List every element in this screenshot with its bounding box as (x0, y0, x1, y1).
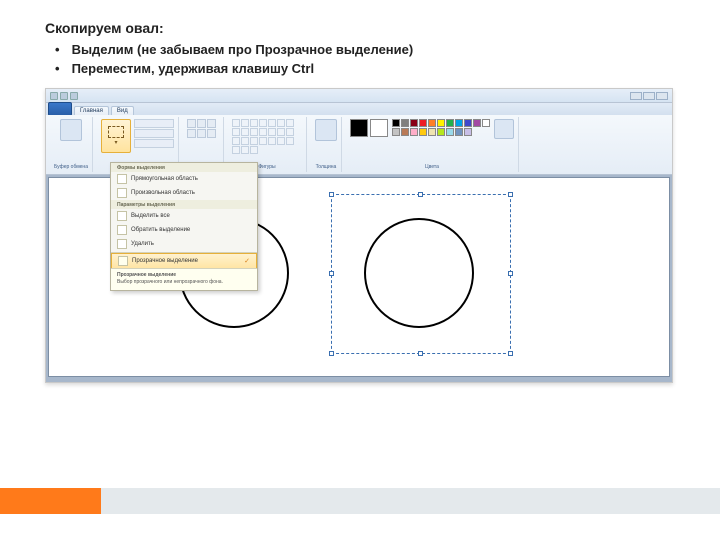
free-select-icon (117, 188, 127, 198)
paint-screenshot: Главная Вид Буфер обмена ▾ Изображение (45, 88, 673, 383)
edit-colors-button[interactable] (494, 119, 514, 139)
stroke-size-button[interactable] (315, 119, 337, 141)
select-all-icon (117, 211, 127, 221)
select-dropdown-button[interactable]: ▾ (101, 119, 131, 153)
palette-swatch[interactable] (401, 128, 409, 136)
palette-swatch[interactable] (437, 128, 445, 136)
ribbon-group-clipboard: Буфер обмена (50, 117, 93, 172)
tab-view[interactable]: Вид (111, 106, 134, 115)
menu-item-rect-select[interactable]: Прямоугольная область (111, 172, 257, 186)
menu-item-label: Прямоугольная область (131, 176, 198, 182)
shapes-gallery[interactable] (232, 119, 302, 154)
menu-section-header: Параметры выделения (111, 200, 257, 209)
paste-button[interactable] (60, 119, 82, 141)
tools-grid[interactable] (187, 119, 219, 138)
transparent-icon (118, 256, 128, 266)
window-controls[interactable] (630, 92, 668, 100)
palette-swatch[interactable] (455, 128, 463, 136)
menu-section-header: Формы выделения (111, 163, 257, 172)
ribbon-group-size: Толщина (311, 117, 342, 172)
tooltip: Прозрачное выделение Выбор прозрачного и… (111, 268, 257, 290)
crop-button[interactable] (134, 119, 174, 128)
rect-select-icon (117, 174, 127, 184)
menu-item-delete[interactable]: Удалить (111, 237, 257, 251)
menu-item-invert[interactable]: Обратить выделение (111, 223, 257, 237)
resize-handle[interactable] (508, 271, 513, 276)
select-icon (108, 126, 124, 138)
color1-swatch[interactable] (350, 119, 368, 137)
resize-button[interactable] (134, 129, 174, 138)
group-label: Цвета (350, 164, 514, 170)
slide-title: Скопируем овал: (45, 20, 675, 36)
ribbon: Буфер обмена ▾ Изображение Инструменты (46, 115, 672, 175)
palette-swatch[interactable] (428, 119, 436, 127)
color-palette[interactable] (392, 119, 490, 136)
ribbon-tabs: Главная Вид (46, 103, 672, 115)
palette-swatch[interactable] (401, 119, 409, 127)
bullet-list: Выделим (не забываем про Прозрачное выде… (45, 42, 675, 76)
paint-titlebar (46, 89, 672, 103)
resize-handle[interactable] (418, 351, 423, 356)
invert-icon (117, 225, 127, 235)
palette-swatch[interactable] (473, 119, 481, 127)
palette-swatch[interactable] (482, 119, 490, 127)
menu-item-label: Обратить выделение (131, 227, 190, 233)
file-menu-button[interactable] (48, 102, 72, 116)
palette-swatch[interactable] (464, 119, 472, 127)
rotate-button[interactable] (134, 139, 174, 148)
resize-handle[interactable] (329, 192, 334, 197)
palette-swatch[interactable] (392, 119, 400, 127)
chevron-down-icon: ▾ (114, 139, 117, 146)
tooltip-title: Прозрачное выделение (117, 272, 251, 278)
palette-swatch[interactable] (437, 119, 445, 127)
bullet-item: Переместим, удерживая клавишу Ctrl (55, 61, 675, 76)
resize-handle[interactable] (329, 271, 334, 276)
palette-swatch[interactable] (446, 119, 454, 127)
menu-item-select-all[interactable]: Выделить все (111, 209, 257, 223)
menu-item-free-select[interactable]: Произвольная область (111, 186, 257, 200)
resize-handle[interactable] (329, 351, 334, 356)
tooltip-text: Выбор прозрачного или непрозрачного фона… (117, 279, 251, 285)
selection-marquee[interactable] (331, 194, 511, 354)
bullet-item: Выделим (не забываем про Прозрачное выде… (55, 42, 675, 57)
palette-swatch[interactable] (410, 128, 418, 136)
palette-swatch[interactable] (464, 128, 472, 136)
color2-swatch[interactable] (370, 119, 388, 137)
delete-icon (117, 239, 127, 249)
palette-swatch[interactable] (419, 119, 427, 127)
menu-item-label: Выделить все (131, 213, 170, 219)
palette-swatch[interactable] (419, 128, 427, 136)
resize-handle[interactable] (418, 192, 423, 197)
color-boxes[interactable] (350, 119, 388, 137)
resize-handle[interactable] (508, 192, 513, 197)
select-dropdown-menu: Формы выделения Прямоугольная область Пр… (110, 162, 258, 291)
palette-swatch[interactable] (410, 119, 418, 127)
menu-item-label: Удалить (131, 241, 154, 247)
quick-access-toolbar[interactable] (50, 92, 78, 100)
slide-accent-bar (0, 488, 720, 514)
tab-home[interactable]: Главная (74, 106, 109, 115)
menu-item-transparent-select[interactable]: Прозрачное выделение (111, 253, 257, 269)
palette-swatch[interactable] (392, 128, 400, 136)
menu-item-label: Произвольная область (131, 190, 195, 196)
menu-item-label: Прозрачное выделение (132, 258, 198, 264)
palette-swatch[interactable] (455, 119, 463, 127)
group-label: Буфер обмена (54, 164, 88, 170)
ribbon-group-colors: Цвета (346, 117, 519, 172)
group-label: Толщина (315, 164, 337, 170)
palette-swatch[interactable] (446, 128, 454, 136)
palette-swatch[interactable] (428, 128, 436, 136)
resize-handle[interactable] (508, 351, 513, 356)
